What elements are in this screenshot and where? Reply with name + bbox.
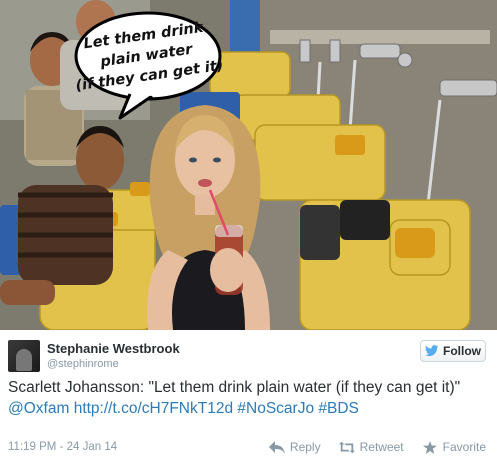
follow-label: Follow: [443, 344, 481, 358]
tweet-text: Scarlett Johansson: "Let them drink plai…: [8, 377, 488, 419]
hashtag-link-2[interactable]: #BDS: [318, 400, 359, 417]
reply-icon: [268, 440, 285, 454]
tweet-actions: Reply Retweet Favorite: [268, 440, 486, 454]
reply-button[interactable]: Reply: [268, 440, 321, 454]
twitter-bird-icon: [425, 345, 439, 357]
favorite-label: Favorite: [442, 440, 486, 454]
tweet-card: Stephanie Westbrook @stephinrome Follow …: [0, 330, 497, 464]
follow-button[interactable]: Follow: [420, 340, 486, 362]
retweet-icon: [338, 441, 355, 453]
retweet-button[interactable]: Retweet: [338, 440, 404, 454]
url-link[interactable]: http://t.co/cH7FNkT12d: [74, 400, 233, 417]
photo-illustration: Let them drink plain water (if they can …: [0, 0, 497, 330]
timestamp[interactable]: 11:19 PM - 24 Jan 14: [8, 441, 117, 453]
screen-name[interactable]: @stephinrome: [47, 358, 119, 370]
reply-label: Reply: [289, 440, 321, 454]
avatar[interactable]: [8, 340, 40, 372]
mention-link[interactable]: @Oxfam: [8, 400, 69, 417]
favorite-button[interactable]: Favorite: [422, 440, 486, 454]
tweet-photo[interactable]: Let them drink plain water (if they can …: [0, 0, 497, 330]
star-icon: [422, 440, 437, 454]
tweet-body: Scarlett Johansson: "Let them drink plai…: [8, 379, 461, 396]
hashtag-link-1[interactable]: #NoScarJo: [237, 400, 314, 417]
display-name[interactable]: Stephanie Westbrook: [47, 341, 180, 356]
retweet-label: Retweet: [359, 440, 404, 454]
